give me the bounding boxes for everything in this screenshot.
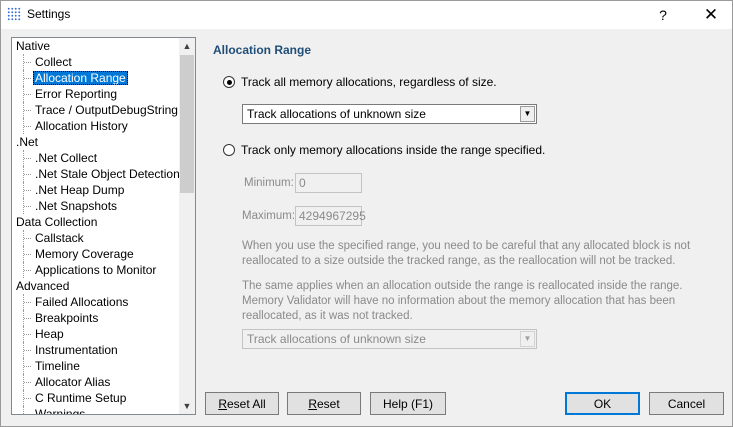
track-range-radio[interactable]: Track only memory allocations inside the…	[223, 143, 545, 157]
tree-scrollbar[interactable]: ▲ ▼	[179, 38, 195, 414]
tree-item[interactable]: Allocator Alias	[12, 374, 180, 390]
tree-category[interactable]: Data Collection	[12, 214, 180, 230]
scroll-down-icon[interactable]: ▼	[179, 398, 195, 414]
range-warning-note: When you use the specified range, you ne…	[242, 240, 691, 267]
tree-item-label: .Net	[16, 135, 39, 149]
tree-item[interactable]: Breakpoints	[12, 310, 180, 326]
tree-category[interactable]: .Net	[12, 134, 180, 150]
tree-item-label: Advanced	[16, 279, 70, 293]
tree-item-label: .Net Stale Object Detection	[35, 167, 180, 181]
tree-item[interactable]: C Runtime Setup	[12, 390, 180, 406]
track-range-label: Track only memory allocations inside the…	[241, 143, 546, 157]
tree-item[interactable]: Allocation Range	[12, 70, 180, 86]
radio-checked-icon[interactable]	[223, 76, 235, 88]
reallocation-note: The same applies when an allocation outs…	[242, 280, 683, 322]
tree-item[interactable]: .Net Snapshots	[12, 198, 180, 214]
reset-all-button[interactable]: Reset All	[205, 392, 279, 415]
help-title-button[interactable]: ?	[641, 1, 685, 29]
cancel-button[interactable]: Cancel	[649, 392, 724, 415]
tree-item-label: Applications to Monitor	[35, 263, 157, 277]
help-button[interactable]: Help (F1)	[370, 392, 446, 415]
reset-rest: eset	[316, 396, 340, 411]
reset-key: R	[308, 396, 317, 411]
tree-item-label: Allocator Alias	[35, 375, 111, 389]
tree-item[interactable]: Error Reporting	[12, 86, 180, 102]
app-icon	[7, 7, 21, 21]
tree-item[interactable]: Memory Coverage	[12, 246, 180, 262]
section-heading: Allocation Range	[213, 43, 312, 57]
tree-item-label: Memory Coverage	[35, 247, 134, 261]
close-icon[interactable]: ✕	[689, 1, 733, 29]
tree-item-label: .Net Heap Dump	[35, 183, 125, 197]
bottom-mode-select[interactable]: Track allocations of unknown size ▼	[242, 329, 537, 349]
tree-item[interactable]: Applications to Monitor	[12, 262, 180, 278]
scroll-up-icon[interactable]: ▲	[179, 38, 195, 54]
tree-category[interactable]: Native	[12, 38, 180, 54]
tree-item-label: Error Reporting	[35, 87, 118, 101]
tree-item-label: C Runtime Setup	[35, 391, 127, 405]
tree-item-label: Breakpoints	[35, 311, 99, 325]
tree-item[interactable]: Timeline	[12, 358, 180, 374]
window-title: Settings	[27, 7, 71, 21]
maximum-label: Maximum:	[242, 210, 296, 222]
tree-item[interactable]: Collect	[12, 54, 180, 70]
tree-item-label: Instrumentation	[35, 343, 118, 357]
dropdown-arrow-icon[interactable]: ▼	[520, 331, 535, 347]
reset-all-key: R	[218, 396, 227, 411]
track-all-radio[interactable]: Track all memory allocations, regardless…	[223, 75, 497, 89]
tree-item-label: .Net Collect	[35, 151, 98, 165]
reset-button[interactable]: Reset	[287, 392, 361, 415]
maximum-field[interactable]: 4294967295	[295, 206, 366, 226]
tree-item[interactable]: Allocation History	[12, 118, 180, 134]
settings-dialog: Settings ? ✕ Native Collect Allocation Ran…	[0, 0, 733, 427]
tree-item-label: Collect	[35, 55, 72, 69]
tree-item-label: Failed Allocations	[35, 295, 129, 309]
tree-item-label: Warnings	[35, 407, 86, 415]
top-mode-select[interactable]: Track allocations of unknown size ▼	[242, 104, 537, 124]
tree-item-label: Trace / OutputDebugString	[35, 103, 178, 117]
tree-item-label: Allocation History	[35, 119, 128, 133]
tree-item-label: .Net Snapshots	[35, 199, 118, 213]
track-all-label: Track all memory allocations, regardless…	[241, 75, 497, 89]
tree-item[interactable]: Callstack	[12, 230, 180, 246]
settings-tree[interactable]: Native Collect Allocation Range Error Repor…	[11, 37, 196, 415]
reset-all-rest: eset All	[226, 396, 266, 411]
tree-item[interactable]: .Net Collect	[12, 150, 180, 166]
tree-item-label: Heap	[35, 327, 64, 341]
tree-item[interactable]: Instrumentation	[12, 342, 180, 358]
tree-list: Native Collect Allocation Range Error Repor…	[12, 38, 180, 415]
ok-button[interactable]: OK	[565, 392, 640, 415]
title-bar: Settings ? ✕	[1, 1, 732, 29]
tree-item[interactable]: .Net Heap Dump	[12, 182, 180, 198]
tree-item-label: Allocation Range	[33, 71, 128, 85]
tree-item-label: Callstack	[35, 231, 84, 245]
minimum-field[interactable]: 0	[295, 173, 362, 193]
tree-item-label: Timeline	[35, 359, 80, 373]
tree-item[interactable]: Trace / OutputDebugString	[12, 102, 180, 118]
tree-category[interactable]: Advanced	[12, 278, 180, 294]
tree-item[interactable]: Warnings	[12, 406, 180, 415]
minimum-label: Minimum:	[244, 177, 294, 189]
scroll-thumb[interactable]	[180, 55, 194, 193]
tree-item[interactable]: Failed Allocations	[12, 294, 180, 310]
tree-item-label: Native	[16, 39, 51, 53]
dropdown-arrow-icon[interactable]: ▼	[520, 106, 535, 122]
tree-item[interactable]: Heap	[12, 326, 180, 342]
tree-item-label: Data Collection	[16, 215, 98, 229]
bottom-mode-value: Track allocations of unknown size	[247, 332, 426, 346]
top-mode-value: Track allocations of unknown size	[247, 107, 426, 121]
radio-unchecked-icon[interactable]	[223, 144, 235, 156]
tree-item[interactable]: .Net Stale Object Detection	[12, 166, 180, 182]
